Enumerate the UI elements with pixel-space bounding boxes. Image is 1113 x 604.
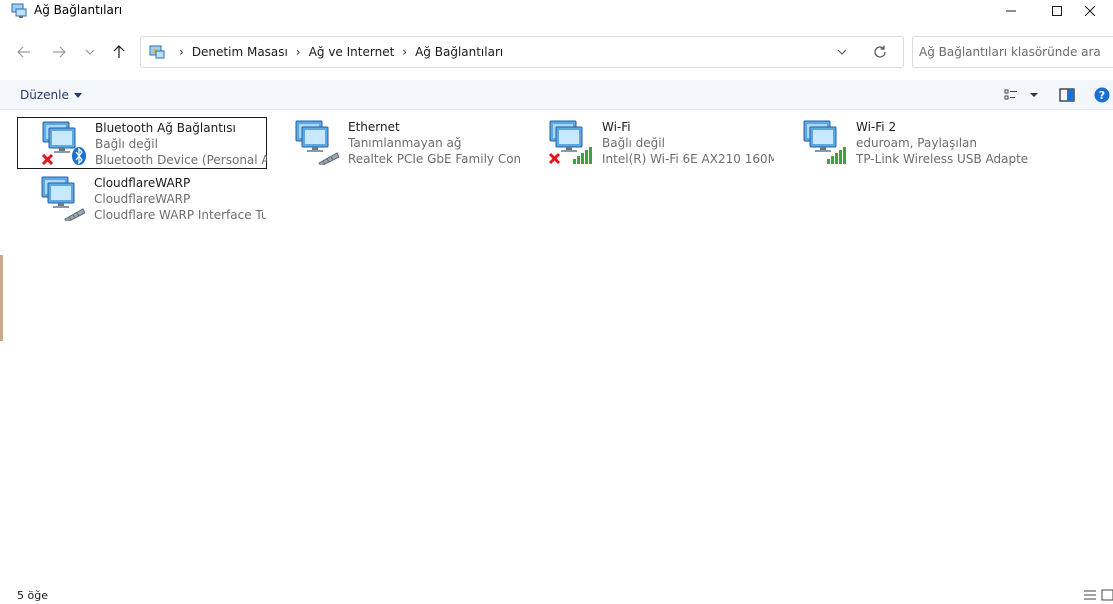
item-device: Intel(R) Wi-Fi 6E AX210 160MHz [602,152,774,166]
item-device: Bluetooth Device (Personal Ar... [95,153,267,167]
close-button[interactable] [1067,0,1113,22]
breadcrumb-separator: › [295,45,301,59]
chevron-down-icon [85,49,95,55]
breadcrumb-separator: › [402,45,408,59]
breadcrumb-separator: › [179,45,184,59]
file-list: Bluetooth Ağ Bağlantısı Bağlı değil Blue… [0,111,1113,581]
address-dropdown-button[interactable] [836,46,850,58]
ethernet-icon [39,175,86,223]
minimize-icon [1006,10,1016,12]
help-button[interactable]: ? [1094,87,1110,103]
item-device: Realtek PCIe GbE Family Cont... [348,152,520,166]
bluetooth-network-icon [40,120,86,166]
svg-text:?: ? [1099,89,1105,102]
minimize-button[interactable] [988,0,1034,22]
item-status: Tanımlanmayan ağ [348,136,462,150]
title-bar: Ağ Bağlantıları [0,0,1113,22]
ethernet-icon [293,119,340,167]
item-device: Cloudflare WARP Interface Tu... [94,208,266,222]
back-arrow-icon [17,46,30,58]
wifi-signal-icon [801,119,847,165]
details-view-icon [1084,590,1096,600]
back-button[interactable] [12,40,36,64]
large-icons-view-button[interactable] [1101,589,1113,601]
forward-arrow-icon [53,46,66,58]
item-status: Bağlı değil [95,137,158,151]
item-device: TP-Link Wireless USB Adapter [856,152,1028,166]
forward-button[interactable] [47,40,71,64]
caret-down-icon [1030,93,1038,97]
command-bar: Düzenle ? [0,80,1113,110]
maximize-icon [1052,6,1062,16]
item-name: Ethernet [348,120,400,134]
item-status: CloudflareWARP [94,192,191,206]
change-view-button[interactable] [1004,87,1018,103]
organize-button[interactable]: Düzenle [20,88,82,102]
item-name: Wi-Fi 2 [856,120,897,134]
window-title: Ağ Bağlantıları [34,3,123,17]
item-status: eduroam, Paylaşılan [856,136,978,150]
list-item-wifi[interactable]: Wi-Fi Bağlı değil Intel(R) Wi-Fi 6E AX21… [525,117,775,169]
caret-down-icon [73,92,82,98]
address-bar[interactable]: › Denetim Masası › Ağ ve Internet › Ağ B… [140,36,904,68]
list-item-cloudflarewarp[interactable]: CloudflareWARP CloudflareWARP Cloudflare… [17,173,267,225]
refresh-icon [874,45,886,58]
up-arrow-icon [113,45,125,58]
recent-locations-button[interactable] [78,40,102,64]
control-panel-icon [149,44,165,60]
wifi-signal-icon [547,119,593,165]
list-item-wifi-2[interactable]: Wi-Fi 2 eduroam, Paylaşılan TP-Link Wire… [779,117,1029,169]
help-icon: ? [1094,87,1110,103]
refresh-button[interactable] [872,44,888,60]
close-icon [1085,6,1095,16]
search-input[interactable]: Ağ Bağlantıları klasöründe ara [919,45,1101,59]
details-view-button[interactable] [1083,589,1097,601]
chevron-down-icon [837,49,847,55]
breadcrumb-item-network-internet[interactable]: Ağ ve Internet [309,45,395,59]
status-bar: 5 öğe [0,584,1113,604]
preview-pane-button[interactable] [1059,87,1075,103]
breadcrumb-item-control-panel[interactable]: Denetim Masası [192,45,288,59]
search-box[interactable]: Ağ Bağlantıları klasöründe ara [912,36,1113,68]
organize-label: Düzenle [20,88,69,102]
view-options-button[interactable] [1029,87,1039,103]
breadcrumb-item-network-connections[interactable]: Ağ Bağlantıları [415,45,503,59]
item-count: 5 öğe [17,589,48,602]
item-name: Wi-Fi [602,120,631,134]
network-connections-icon [11,3,27,19]
up-button[interactable] [107,40,131,64]
item-status: Bağlı değil [602,136,665,150]
view-details-icon [1004,89,1017,100]
list-item-ethernet[interactable]: Ethernet Tanımlanmayan ağ Realtek PCIe G… [271,117,521,169]
item-name: Bluetooth Ağ Bağlantısı [95,121,236,135]
background-window-edge [0,255,3,341]
item-name: CloudflareWARP [94,176,191,190]
large-icons-view-icon [1101,589,1113,601]
breadcrumb: › Denetim Masası › Ağ ve Internet › Ağ B… [171,37,503,67]
preview-pane-icon [1059,88,1075,102]
list-item-bluetooth-network[interactable]: Bluetooth Ağ Bağlantısı Bağlı değil Blue… [17,117,267,169]
